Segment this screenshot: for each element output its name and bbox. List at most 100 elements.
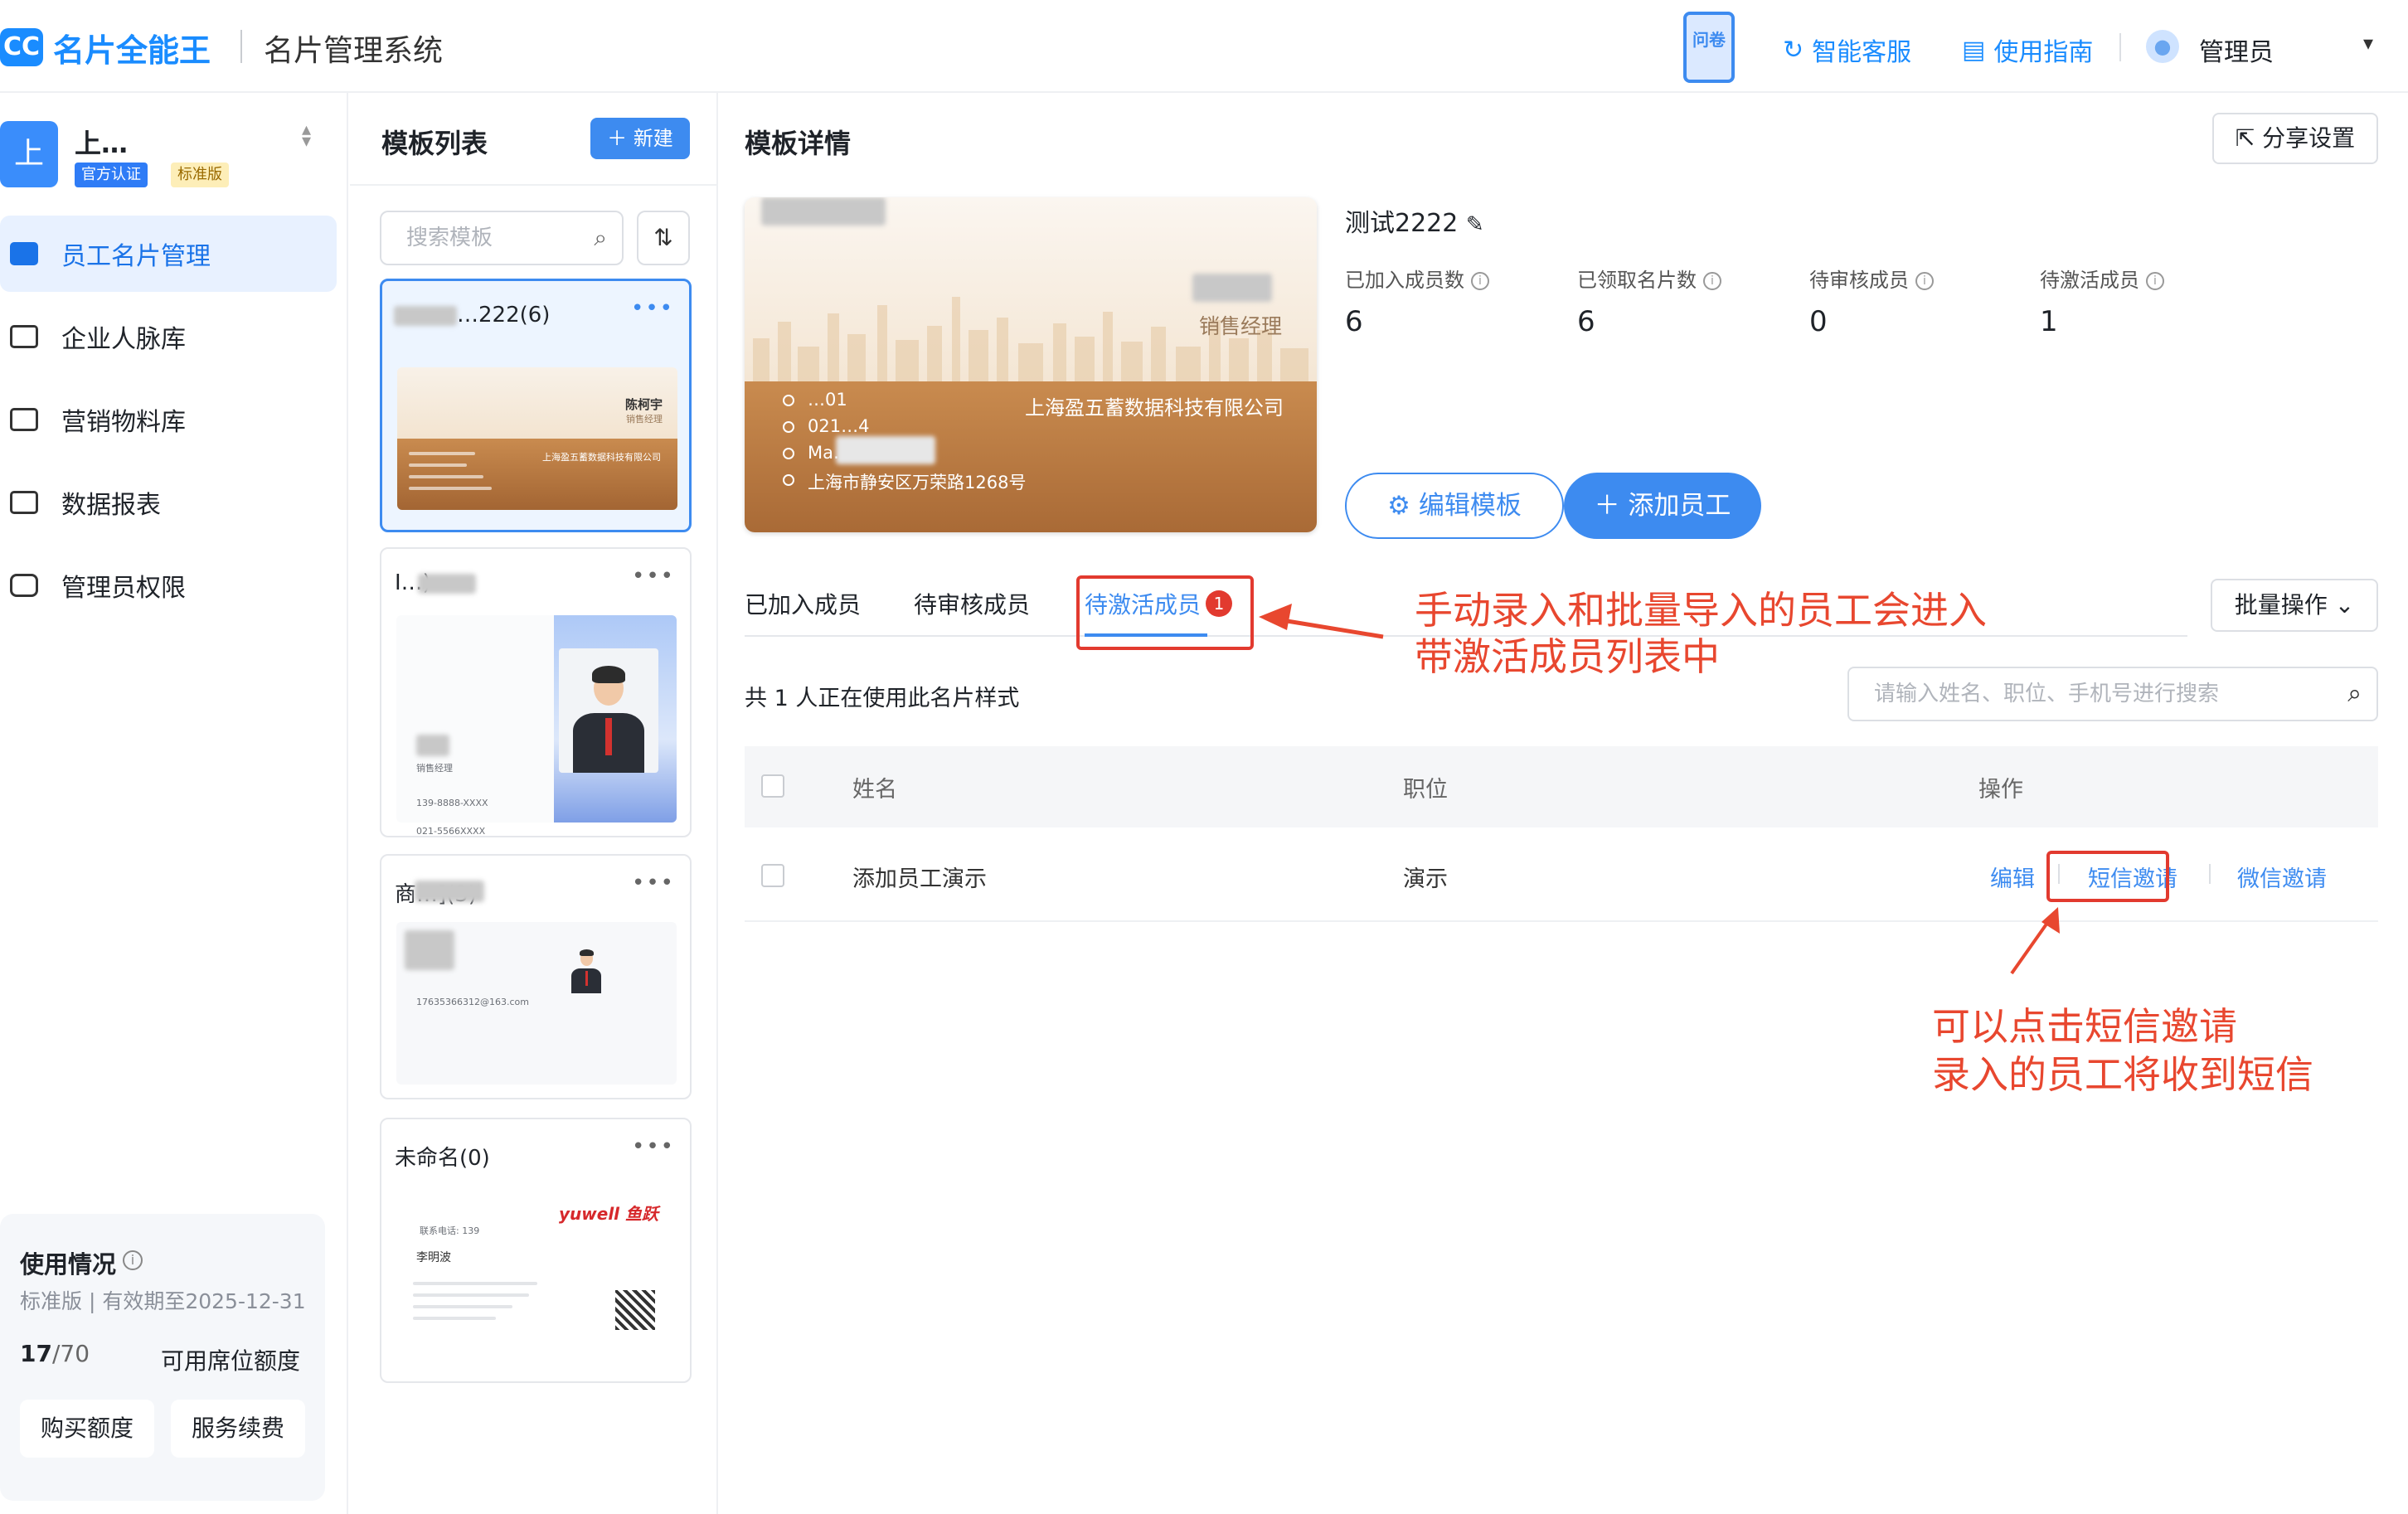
edit-member-link[interactable]: 编辑 (1990, 861, 2035, 893)
sort-button[interactable]: ⇅ (637, 211, 690, 265)
info-icon[interactable]: i (1703, 272, 1721, 290)
sidebar-item-reports[interactable]: 数据报表 (0, 464, 337, 541)
template-search-input[interactable]: 搜索模板 ⌕ (380, 211, 624, 265)
template-list-title: 模板列表 (381, 128, 488, 159)
sidebar-item-marketing[interactable]: 营销物料库 (0, 381, 337, 458)
brand-logo: yuwell 鱼跃 (559, 1204, 658, 1224)
batch-operations-dropdown[interactable]: 批量操作 ⌄ (2211, 579, 2378, 632)
more-icon[interactable]: ••• (632, 871, 675, 895)
card-preview: 陈柯宇 销售经理 上海盈五蓄数据科技有限公司 (397, 367, 677, 510)
tab-joined-members[interactable]: 已加入成员 (745, 587, 861, 620)
header-divider (240, 30, 242, 63)
highlight-box (2046, 851, 2169, 902)
column-header-name: 姓名 (852, 777, 897, 803)
card-preview: 17635366312@163.com (396, 922, 677, 1085)
detail-title: 模板详情 (745, 128, 852, 159)
member-search-placeholder: 请输入姓名、职位、手机号进行搜索 (1874, 682, 2220, 706)
preview-line (409, 463, 467, 467)
redacted-block (415, 881, 484, 902)
template-card[interactable]: 商…](3) ••• 17635366312@163.com (380, 854, 692, 1099)
renew-service-button[interactable]: 服务续费 (171, 1400, 305, 1458)
template-card[interactable]: …222(6) ••• 陈柯宇 销售经理 上海盈五蓄数据科技有限公司 (380, 279, 692, 532)
seats-total: /70 (51, 1340, 90, 1367)
org-switch-icon[interactable]: ▴ ▾ (302, 121, 311, 151)
headset-icon: ↻ (1783, 35, 1804, 65)
redacted-block (418, 574, 476, 594)
org-name[interactable]: 上… (75, 123, 128, 161)
card-preview: 销售经理 139-8888-XXXX (396, 615, 677, 823)
seats-label: 可用席位额度 (161, 1347, 301, 1375)
tab-pending-review[interactable]: 待审核成员 (914, 587, 1030, 620)
redacted-block (394, 306, 457, 326)
survey-button[interactable]: 问卷 (1683, 12, 1735, 83)
stat-pending-activation-value: 1 (2040, 305, 2058, 338)
portrait-image (559, 648, 658, 773)
column-header-position: 职位 (1403, 777, 1448, 803)
template-card[interactable]: 未命名(0) ••• yuwell 鱼跃 联系电话: 139 李明波 (380, 1118, 692, 1383)
search-icon: ⌕ (2347, 679, 2362, 708)
preview-name: 李明波 (416, 1251, 451, 1264)
arrow-line (2010, 915, 2053, 975)
card-preview: yuwell 鱼跃 联系电话: 139 李明波 (396, 1182, 677, 1368)
chevron-down-icon[interactable]: ▾ (2363, 32, 2373, 55)
divider (350, 184, 716, 186)
member-name: 添加员工演示 (852, 866, 987, 892)
tel-icon (783, 421, 794, 433)
sidebar-item-employee-cards[interactable]: 员工名片管理 (0, 216, 337, 292)
user-avatar-icon[interactable]: ● (2146, 30, 2179, 63)
template-title-text: 测试2222 (1345, 209, 1459, 238)
arrow-head (1259, 604, 1292, 630)
template-card[interactable]: I…) ••• 销售经理 139-8888-XXXX 021-5566XXXX (380, 547, 692, 837)
app-name: 名片全能王 (53, 32, 211, 69)
share-settings-button[interactable]: ⇱ 分享设置 (2212, 113, 2378, 164)
share-icon: ⇱ (2235, 124, 2263, 152)
annotation-text: 手动录入和批量导入的员工会进入 (1415, 588, 1987, 633)
member-search-input[interactable]: 请输入姓名、职位、手机号进行搜索 ⌕ (1847, 667, 2378, 721)
info-icon[interactable]: i (2146, 272, 2164, 290)
more-icon[interactable]: ••• (632, 564, 675, 589)
preview-line (413, 1293, 529, 1297)
chart-icon (10, 491, 38, 514)
top-header: CC 名片全能王 名片管理系统 问卷 ↻ 智能客服 ▤ 使用指南 ● 管理员 ▾ (0, 0, 2408, 93)
sidebar: 上 上… ▴ ▾ 官方认证 标准版 员工名片管理 企业人脉库 营销物料库 数据报表… (0, 93, 348, 1514)
sidebar-item-admin[interactable]: 管理员权限 (0, 547, 337, 624)
document-icon: ▤ (1962, 35, 1986, 65)
card-tel: 021…4 (808, 416, 870, 436)
sidebar-item-label: 企业人脉库 (61, 325, 186, 354)
more-icon[interactable]: ••• (632, 1134, 675, 1159)
info-icon[interactable]: i (1915, 272, 1934, 290)
template-name: …222(6) (457, 303, 551, 328)
more-icon[interactable]: ••• (631, 296, 674, 321)
redacted-block (405, 930, 454, 970)
edit-template-button[interactable]: ⚙ 编辑模板 (1345, 473, 1564, 539)
edit-pencil-icon[interactable]: ✎ (1466, 212, 1484, 237)
stat-joined-label: 已加入成员数 i (1345, 264, 1489, 293)
logo-icon: CC (0, 28, 43, 66)
admin-name[interactable]: 管理员 (2199, 32, 2274, 68)
location-icon (783, 474, 794, 486)
buy-quota-button[interactable]: 购买额度 (20, 1400, 154, 1458)
stat-claimed-value: 6 (1577, 305, 1595, 338)
search-icon: ⌕ (594, 224, 607, 251)
verified-badge: 官方认证 (75, 163, 148, 187)
add-employee-button[interactable]: ＋ 添加员工 (1564, 473, 1761, 539)
wechat-invite-link[interactable]: 微信邀请 (2237, 861, 2327, 893)
smart-support-link[interactable]: ↻ 智能客服 (1783, 32, 1911, 68)
select-all-checkbox[interactable] (761, 774, 784, 798)
preview-line (409, 487, 492, 490)
qr-code-icon (615, 1290, 655, 1330)
info-icon[interactable]: i (1471, 272, 1489, 290)
usage-title: 使用情况 (20, 1250, 117, 1279)
preview-line (409, 452, 475, 455)
new-template-button[interactable]: ＋ 新建 (590, 118, 690, 159)
card-role: 销售经理 (1198, 314, 1282, 338)
user-guide-link[interactable]: ▤ 使用指南 (1962, 32, 2093, 68)
preview-line (409, 475, 483, 478)
stat-pending-review-label: 待审核成员 i (1809, 264, 1934, 293)
plus-icon: ＋ (1594, 491, 1629, 521)
info-icon[interactable]: i (123, 1250, 143, 1270)
header-divider (2119, 33, 2121, 61)
row-checkbox[interactable] (761, 864, 784, 887)
table-header: 姓名 职位 操作 (745, 746, 2378, 827)
sidebar-item-contacts[interactable]: 企业人脉库 (0, 298, 337, 375)
